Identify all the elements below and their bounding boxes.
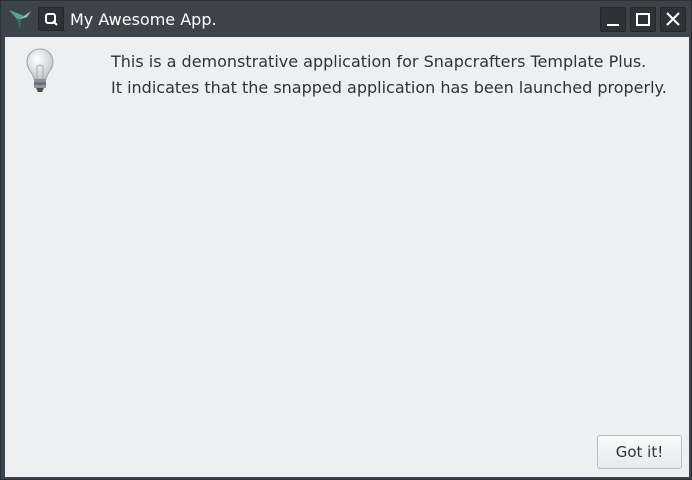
- got-it-button[interactable]: Got it!: [597, 435, 682, 469]
- maximize-icon: [636, 13, 650, 26]
- sticky-icon: [45, 13, 58, 26]
- close-icon: [666, 12, 680, 26]
- window-title: My Awesome App.: [70, 10, 217, 29]
- minimize-icon: [607, 24, 619, 26]
- message-line: It indicates that the snapped applicatio…: [111, 78, 667, 97]
- app-logo-icon[interactable]: [7, 7, 33, 31]
- message-line: This is a demonstrative application for …: [111, 52, 647, 71]
- close-button[interactable]: [660, 7, 686, 32]
- lightbulb-icon: [26, 48, 54, 92]
- maximize-button[interactable]: [630, 7, 656, 32]
- dialog-content: This is a demonstrative application for …: [5, 37, 689, 477]
- minimize-button[interactable]: [600, 7, 626, 32]
- sticky-button[interactable]: [38, 7, 64, 31]
- app-window: My Awesome App. This is a demonstrative …: [0, 0, 692, 480]
- dialog-message: This is a demonstrative application for …: [111, 49, 667, 101]
- title-bar[interactable]: My Awesome App.: [1, 1, 691, 37]
